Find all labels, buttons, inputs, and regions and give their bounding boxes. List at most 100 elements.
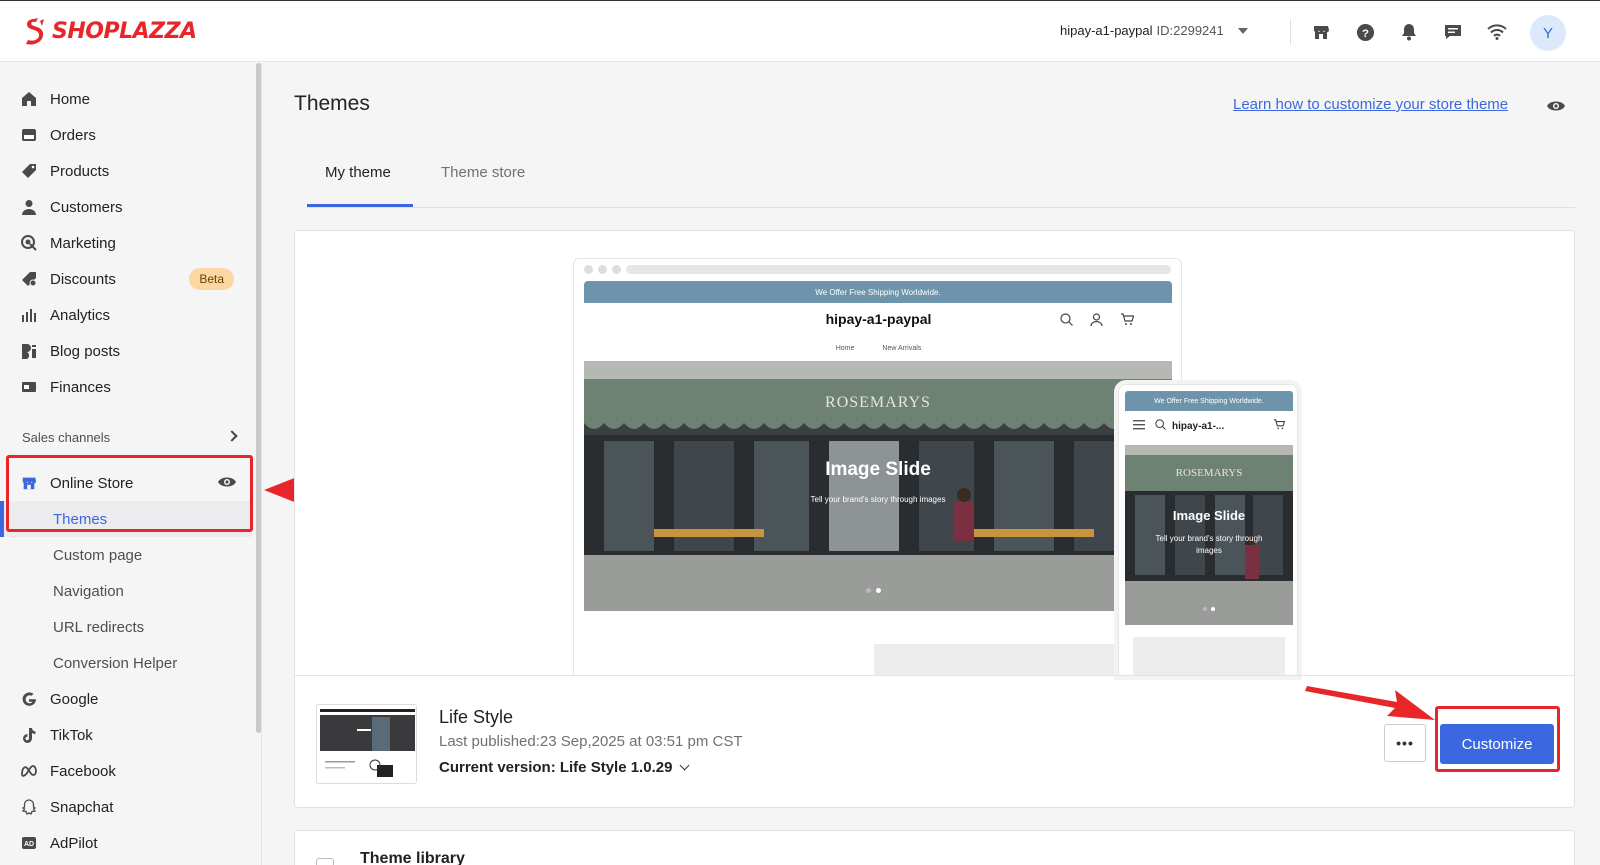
learn-customize-link[interactable]: Learn how to customize your store theme [1233,96,1508,113]
sidebar-item-marketing[interactable]: Marketing [0,225,258,261]
tab-my-theme[interactable]: My theme [325,164,391,208]
sidebar-item-label: Home [50,90,91,108]
sales-channels-label: Sales channels [22,430,111,445]
adpilot-icon: AD [20,834,38,852]
logo-text: SHOPLAZZA [52,18,197,44]
theme-library-card [294,830,1575,865]
store-icon[interactable] [1310,21,1332,43]
theme-thumbnail-image [317,705,416,783]
mobile-hero-image: ROSEMARYS Image Slide Tell your brand's … [1125,445,1293,625]
slide-dot-active [1211,607,1215,611]
sidebar-item-label: URL redirects [53,618,145,636]
slide-dot [1203,607,1207,611]
google-icon [20,690,38,708]
chevron-down-icon [679,760,690,771]
preview-menu-item: New Arrivals [882,345,922,352]
sidebar-item-google[interactable]: Google [0,681,258,717]
desktop-preview[interactable]: We Offer Free Shipping Worldwide. hipay-… [573,258,1182,676]
snapchat-icon [20,798,38,816]
account-icon [1090,313,1103,331]
store-id: ID:2299241 [1156,23,1224,38]
mobile-preview[interactable]: We Offer Free Shipping Worldwide. hipay-… [1118,384,1298,676]
sidebar-item-finances[interactable]: Finances [0,369,258,405]
theme-version-label: Current version: Life Style 1.0.29 [439,759,673,776]
theme-version-dropdown[interactable]: Current version: Life Style 1.0.29 [439,759,690,776]
window-dots [584,265,626,274]
announcement-bar: We Offer Free Shipping Worldwide. [584,281,1172,303]
sidebar-item-orders[interactable]: Orders [0,117,258,153]
sidebar-subitem-custom-page[interactable]: Custom page [0,537,252,573]
sidebar-item-tiktok[interactable]: TikTok [0,717,258,753]
mobile-announcement-bar: We Offer Free Shipping Worldwide. [1125,391,1293,411]
sidebar-item-label: Navigation [53,582,124,600]
hero-subtitle: Tell your brand's story through images [810,495,946,504]
topbar-divider [1290,19,1291,45]
beta-badge: Beta [189,268,234,290]
sidebar-item-label: Finances [50,378,111,396]
help-icon[interactable]: ? [1354,21,1376,43]
sidebar-item-label: TikTok [50,726,93,744]
sidebar-item-label: Google [50,690,99,708]
bell-icon[interactable] [1398,21,1420,43]
sidebar-item-label: Customers [50,198,123,216]
shoplazza-logo[interactable]: SHOPLAZZA [22,17,197,45]
sidebar-subitem-conversion-helper[interactable]: Conversion Helper [0,645,252,681]
mobile-hero-subtitle-line: Tell your brand's story through [1155,534,1263,543]
avatar[interactable]: Y [1530,15,1566,51]
store-selector[interactable]: hipay-a1-paypal ID:2299241 [1060,23,1248,38]
mobile-header: hipay-a1-... [1125,413,1293,439]
sidebar-item-discounts[interactable]: Discounts Beta [0,261,258,297]
sidebar-item-label: Discounts [50,270,116,288]
mobile-storefront-sign: ROSEMARYS [1175,467,1243,479]
sidebar-item-label: Orders [50,126,96,144]
finances-icon [20,378,38,396]
online-store-highlight [6,455,253,532]
sidebar-item-label: Blog posts [50,342,121,360]
sidebar-subitem-url-redirects[interactable]: URL redirects [0,609,252,645]
orders-icon [20,126,38,144]
preview-menu: Home New Arrivals [574,345,1181,352]
sidebar-item-adpilot[interactable]: AD AdPilot [0,825,258,861]
sidebar-item-label: Marketing [50,234,116,252]
chat-icon[interactable] [1442,21,1464,43]
tag-icon [20,162,38,180]
wifi-icon[interactable] [1486,21,1508,43]
search-icon [1060,313,1073,331]
blog-icon [20,342,38,360]
theme-library-checkbox[interactable] [316,858,334,865]
meta-icon [20,762,38,780]
sidebar-item-home[interactable]: Home [0,81,258,117]
store-name: hipay-a1-paypal [1060,23,1153,38]
person-icon [20,198,38,216]
theme-thumbnail[interactable] [316,704,417,784]
sidebar-item-label: Custom page [53,546,143,564]
hamburger-icon [1133,419,1145,433]
customize-highlight [1435,706,1560,772]
preview-menu-item: Home [835,345,855,352]
sidebar-item-label: Analytics [50,306,111,324]
sidebar-item-customers[interactable]: Customers [0,189,258,225]
caret-down-icon [1237,27,1248,34]
slide-dot-active [876,588,881,593]
search-icon [1155,419,1166,433]
home-icon [20,90,38,108]
sidebar-item-label: Conversion Helper [53,654,178,672]
sidebar-item-facebook[interactable]: Facebook [0,753,258,789]
more-actions-button[interactable]: ••• [1384,724,1426,762]
analytics-icon [20,306,38,324]
mobile-hero-subtitle-line: images [1196,546,1222,555]
sidebar-item-products[interactable]: Products [0,153,258,189]
svg-text:AD: AD [24,841,34,848]
sidebar-item-analytics[interactable]: Analytics [0,297,258,333]
sidebar-item-snapchat[interactable]: Snapchat [0,789,258,825]
sidebar-item-label: Facebook [50,762,116,780]
active-indicator [0,501,4,537]
mobile-store-name: hipay-a1-... [1172,420,1225,432]
tab-theme-store[interactable]: Theme store [441,164,525,208]
marketing-icon [20,234,38,252]
sidebar-item-label: Snapchat [50,798,114,816]
cart-icon [1120,313,1135,331]
sidebar-item-blog-posts[interactable]: Blog posts [0,333,258,369]
sidebar-subitem-navigation[interactable]: Navigation [0,573,252,609]
eye-icon[interactable] [1546,99,1566,118]
